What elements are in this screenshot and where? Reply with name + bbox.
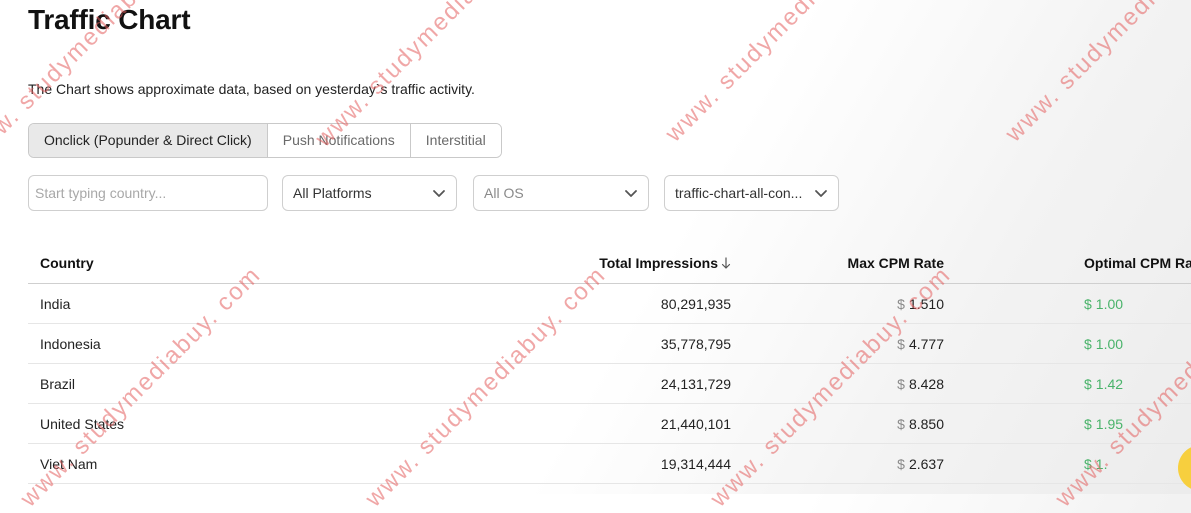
row-max-cpm: $4.777	[897, 335, 944, 352]
page-title: Traffic Chart	[28, 4, 191, 35]
country-search-input[interactable]	[29, 176, 255, 210]
column-header-max-cpm[interactable]: Max CPM Rate	[848, 242, 944, 283]
column-header-country[interactable]: Country	[40, 242, 94, 283]
column-header-impressions[interactable]: Total Impressions	[599, 242, 731, 283]
arrow-down-icon	[721, 256, 731, 269]
chevron-down-icon	[815, 190, 827, 197]
os-select-value: All OS	[484, 185, 524, 201]
row-impressions: 80,291,935	[660, 295, 731, 312]
row-impressions: 24,131,729	[660, 375, 731, 392]
row-country: Viet Nam	[40, 455, 98, 472]
row-optimal-cpm: $1.42	[1084, 375, 1124, 392]
table-row[interactable]: United States 21,440,101 $8.850 $1.95	[28, 404, 1191, 444]
row-optimal-cpm: $1.00	[1084, 295, 1124, 312]
chevron-down-icon	[625, 190, 637, 197]
row-max-cpm: $2.637	[897, 455, 944, 472]
column-header-optimal-cpm[interactable]: Optimal CPM Rat	[1084, 242, 1191, 283]
platform-select-value: All Platforms	[293, 185, 372, 201]
content-select[interactable]: traffic-chart-all-con...	[664, 175, 839, 211]
row-max-cpm: $8.428	[897, 375, 944, 392]
row-max-cpm: $8.850	[897, 415, 944, 432]
row-country: Brazil	[40, 375, 76, 392]
row-impressions: 21,440,101	[660, 415, 731, 432]
chevron-down-icon	[433, 190, 445, 197]
os-select[interactable]: All OS	[473, 175, 649, 211]
row-country: United States	[40, 415, 125, 432]
row-country: India	[40, 295, 71, 312]
table-header: Country Total Impressions Max CPM Rate O…	[28, 242, 1191, 284]
table-row[interactable]: Indonesia 35,778,795 $4.777 $1.00	[28, 324, 1191, 364]
country-search-field	[28, 175, 268, 211]
content-select-value: traffic-chart-all-con...	[675, 185, 803, 201]
traffic-table: Country Total Impressions Max CPM Rate O…	[28, 242, 1191, 484]
table-row[interactable]: India 80,291,935 $1.510 $1.00	[28, 284, 1191, 324]
page-subtitle: The Chart shows approximate data, based …	[28, 81, 475, 97]
table-row[interactable]: Brazil 24,131,729 $8.428 $1.42	[28, 364, 1191, 404]
table-row[interactable]: Viet Nam 19,314,444 $2.637 $1.	[28, 444, 1191, 484]
row-optimal-cpm: $1.95	[1084, 415, 1124, 432]
row-optimal-cpm: $1.00	[1084, 335, 1124, 352]
row-country: Indonesia	[40, 335, 101, 352]
platform-select[interactable]: All Platforms	[282, 175, 457, 211]
traffic-chart-page: Traffic Chart The Chart shows approximat…	[28, 0, 1191, 494]
tab-onclick[interactable]: Onclick (Popunder & Direct Click)	[29, 124, 267, 157]
row-impressions: 35,778,795	[660, 335, 731, 352]
row-optimal-cpm: $1.	[1084, 455, 1108, 472]
traffic-type-tabs: Onclick (Popunder & Direct Click) Push N…	[28, 123, 502, 158]
tab-push-notifications[interactable]: Push Notifications	[266, 124, 410, 157]
row-impressions: 19,314,444	[660, 455, 731, 472]
tab-interstitial[interactable]: Interstitial	[409, 124, 501, 157]
row-max-cpm: $1.510	[897, 295, 944, 312]
